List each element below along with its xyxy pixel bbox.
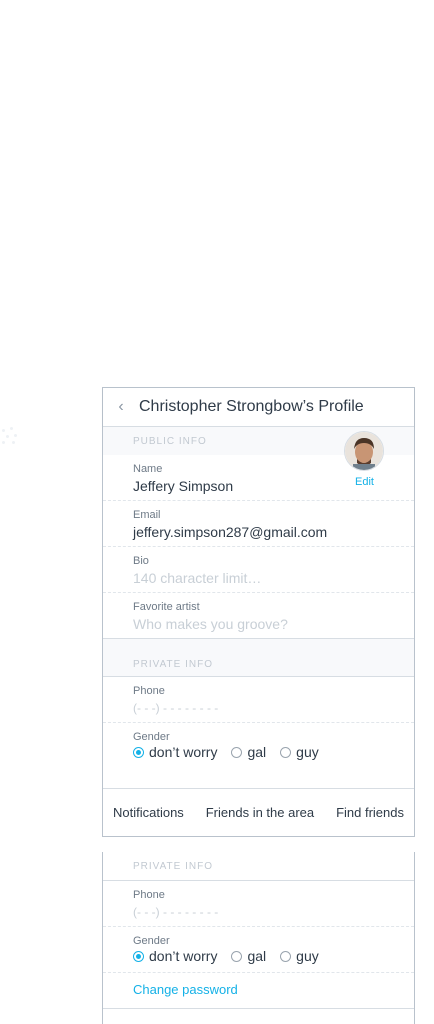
- gender-option-dont-worry[interactable]: don’t worry: [133, 744, 217, 760]
- profile-form: PUBLIC INFO Name Jeffery Simpson Edit Em…: [103, 427, 414, 769]
- tab-notifications[interactable]: Notifications: [113, 805, 184, 820]
- gender-option-gal[interactable]: gal: [231, 744, 266, 760]
- artist-label: Favorite artist: [133, 601, 200, 613]
- gender-radio-group: don’t worry gal guy: [133, 744, 414, 760]
- gender-option-dont-worry-2[interactable]: don’t worry: [133, 948, 217, 964]
- tab-find-friends[interactable]: Find friends: [336, 805, 404, 820]
- gender-radio-group-2: don’t worry gal guy: [133, 948, 414, 964]
- phone-input[interactable]: (- - -) - - - - - - - -: [133, 698, 414, 718]
- phone-field[interactable]: Phone (- - -) - - - - - - - -: [103, 677, 414, 723]
- avatar[interactable]: [344, 431, 384, 471]
- gender-field-2: Gender don’t worry gal guy: [103, 927, 414, 973]
- gender-label: Gender: [133, 731, 170, 743]
- email-value[interactable]: jeffery.simpson287@gmail.com: [133, 522, 414, 542]
- phone-label-2: Phone: [133, 889, 165, 901]
- tab-friends-in-area[interactable]: Friends in the area: [206, 805, 314, 820]
- private-info-label-2: PRIVATE INFO: [103, 852, 414, 881]
- email-label: Email: [133, 509, 161, 521]
- artist-field[interactable]: Favorite artist Who makes you groove?: [103, 593, 414, 639]
- phone-input-2[interactable]: (- - -) - - - - - - - -: [133, 902, 414, 922]
- profile-header: ‹ Christopher Strongbow’s Profile: [103, 388, 414, 427]
- gender-option-guy[interactable]: guy: [280, 744, 319, 760]
- bio-label: Bio: [133, 555, 149, 567]
- gender-option-gal-2[interactable]: gal: [231, 948, 266, 964]
- edit-avatar-link[interactable]: Edit: [355, 476, 374, 488]
- profile-panel: ‹ Christopher Strongbow’s Profile PUBLIC…: [102, 387, 415, 837]
- private-info-label: PRIVATE INFO: [103, 639, 414, 677]
- gender-option-guy-2[interactable]: guy: [280, 948, 319, 964]
- settings-panel: PRIVATE INFO Phone (- - -) - - - - - - -…: [102, 852, 415, 1024]
- change-password-row[interactable]: Change password: [103, 973, 414, 1009]
- gender-label-2: Gender: [133, 935, 170, 947]
- email-field[interactable]: Email jeffery.simpson287@gmail.com: [103, 501, 414, 547]
- gender-field: Gender don’t worry gal guy: [103, 723, 414, 769]
- page-title: Christopher Strongbow’s Profile: [139, 398, 364, 415]
- bio-input[interactable]: 140 character limit…: [133, 568, 414, 588]
- chevron-left-icon[interactable]: ‹: [103, 398, 139, 416]
- phone-field-2[interactable]: Phone (- - -) - - - - - - - -: [103, 881, 414, 927]
- decorative-dots: [0, 425, 22, 447]
- change-password-link[interactable]: Change password: [133, 982, 414, 997]
- bottom-tabs: Notifications Friends in the area Find f…: [103, 788, 414, 836]
- bio-field[interactable]: Bio 140 character limit…: [103, 547, 414, 593]
- name-field[interactable]: Name Jeffery Simpson Edit: [103, 431, 414, 501]
- user-avatar-icon: [345, 432, 383, 470]
- phone-label: Phone: [133, 685, 165, 697]
- artist-input[interactable]: Who makes you groove?: [133, 614, 414, 634]
